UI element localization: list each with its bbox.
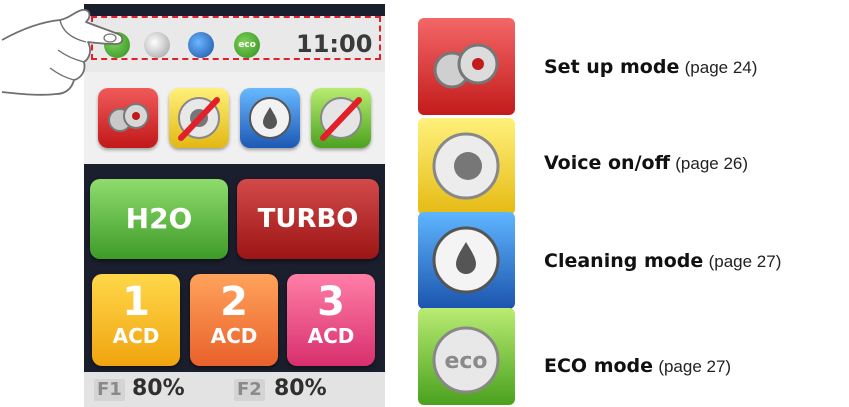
acd-label: ACD (112, 324, 160, 348)
cleaning-mode-button[interactable] (240, 88, 300, 148)
speaker-icon (432, 132, 500, 200)
cleaning-icon (249, 97, 291, 139)
legend-setup-tile (418, 18, 515, 115)
legend-voice-title: Voice on/off (544, 152, 670, 174)
eco-icon: eco (432, 326, 500, 394)
setup-gear-icon (433, 43, 499, 89)
legend-eco-title: ECO mode (544, 355, 654, 377)
acd-3-button[interactable]: 3 ACD (287, 274, 375, 366)
legend-eco-tile: eco (418, 308, 515, 405)
acd-1-button[interactable]: 1 ACD (92, 274, 180, 366)
acd-number: 3 (317, 279, 345, 325)
eco-off-icon (320, 97, 362, 141)
h2o-button[interactable]: H2O (90, 179, 228, 259)
filter-status-bar: F1 80% F2 80% (84, 372, 385, 407)
eco-logo-text: eco (444, 349, 487, 374)
legend-voice-text: Voice on/off (page 26) (544, 152, 748, 175)
turbo-button[interactable]: TURBO (237, 179, 379, 259)
voice-toggle-button[interactable] (169, 88, 229, 148)
legend-clean-text: Cleaning mode (page 27) (544, 250, 781, 273)
acd-2-button[interactable]: 2 ACD (190, 274, 278, 366)
legend-setup-title: Set up mode (544, 56, 680, 78)
legend-clean-page: (page 27) (708, 252, 782, 271)
cleaning-icon (432, 226, 500, 294)
f1-value: 80% (132, 376, 185, 401)
acd-number: 1 (122, 279, 150, 325)
voice-off-icon (178, 97, 220, 141)
f2-label: F2 (234, 379, 265, 401)
acd-label: ACD (210, 324, 258, 348)
f1-label: F1 (94, 379, 125, 401)
legend-eco-text: ECO mode (page 27) (544, 355, 731, 378)
legend-setup-page: (page 24) (684, 58, 758, 77)
legend-voice-page: (page 26) (675, 154, 749, 173)
eco-mode-button[interactable] (311, 88, 371, 148)
acd-label: ACD (307, 324, 355, 348)
legend-eco-page: (page 27) (658, 357, 732, 376)
legend-clean-title: Cleaning mode (544, 250, 704, 272)
pointing-hand-icon (1, 9, 124, 96)
legend-setup-text: Set up mode (page 24) (544, 56, 757, 79)
legend-voice-tile (418, 118, 515, 215)
legend-clean-tile (418, 212, 515, 309)
f2-value: 80% (274, 376, 327, 401)
acd-number: 2 (220, 279, 248, 325)
